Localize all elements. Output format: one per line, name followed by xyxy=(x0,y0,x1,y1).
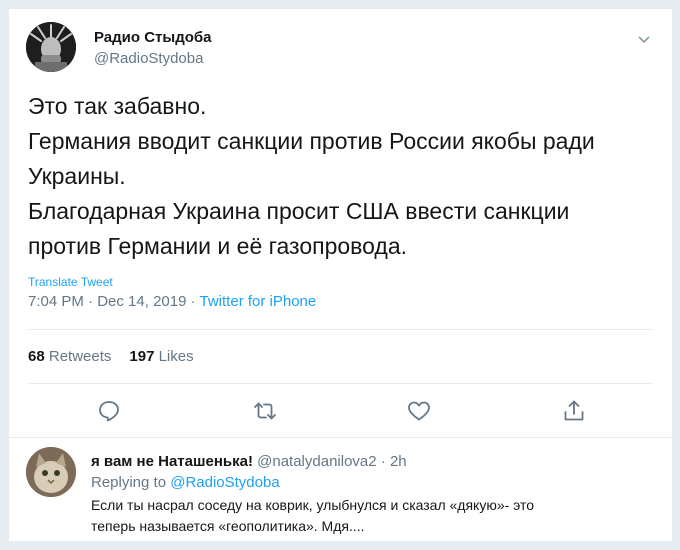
likes-stat[interactable]: 197 Likes xyxy=(129,348,193,365)
divider xyxy=(28,383,653,384)
divider xyxy=(28,329,653,330)
author-handle[interactable]: @RadioStydoba xyxy=(94,50,203,67)
retweets-count: 68 xyxy=(28,348,45,365)
reply-text: Если ты насрал соседу на коврик, улыбнул… xyxy=(91,495,651,537)
tweet-source-link[interactable]: Twitter for iPhone xyxy=(200,293,317,310)
chevron-down-icon[interactable] xyxy=(638,31,650,44)
tweet-card: Радио Стыдоба @RadioStydoba Это так заба… xyxy=(8,8,673,542)
reply-age[interactable]: 2h xyxy=(390,453,407,470)
author-name[interactable]: Радио Стыдоба xyxy=(94,29,212,46)
author-avatar[interactable] xyxy=(26,22,76,72)
tweet-time[interactable]: 7:04 PM xyxy=(28,293,84,310)
likes-label: Likes xyxy=(158,348,194,365)
meta-separator: · xyxy=(83,293,98,310)
likes-count: 197 xyxy=(129,348,155,365)
tweet-meta: 7:04 PM · Dec 14, 2019 · Twitter for iPh… xyxy=(28,293,316,310)
tweet-text-line: Благодарная Украина просит США ввести са… xyxy=(28,198,570,224)
reply-author-name[interactable]: я вам не Наташенька! xyxy=(91,453,253,470)
retweet-icon[interactable] xyxy=(252,398,278,424)
translate-tweet-link[interactable]: Translate Tweet xyxy=(28,275,113,289)
tweet-date[interactable]: Dec 14, 2019 xyxy=(97,293,186,310)
tweet-text: Это так забавно. Германия вводит санкции… xyxy=(28,89,668,264)
tweet-text-line: Это так забавно. xyxy=(28,93,207,119)
tweet-stats: 68 Retweets 197 Likes xyxy=(28,348,194,365)
reply-avatar[interactable] xyxy=(26,447,76,497)
retweets-label: Retweets xyxy=(48,348,112,365)
replying-prefix: Replying to xyxy=(91,474,167,491)
replying-to: Replying to @RadioStydoba xyxy=(91,474,280,491)
reply-author-handle[interactable]: @natalydanilova2 xyxy=(257,453,376,470)
retweets-stat[interactable]: 68 Retweets xyxy=(28,348,111,365)
reply-separator: · xyxy=(376,453,390,470)
tweet-text-line: Украины. xyxy=(28,163,126,189)
reply-text-line: Если ты насрал соседу на коврик, улыбнул… xyxy=(91,497,535,513)
divider xyxy=(9,437,672,438)
like-icon[interactable] xyxy=(406,398,432,424)
tweet-text-line: против Германии и её газопровода. xyxy=(28,233,408,259)
tweet-text-line: Германия вводит санкции против России як… xyxy=(28,128,595,154)
meta-separator: · xyxy=(186,293,200,310)
reply-header: я вам не Наташенька! @natalydanilova2 · … xyxy=(91,453,407,470)
reply-text-line: теперь называется «геополитика». Мдя.... xyxy=(91,518,365,534)
replying-to-handle[interactable]: @RadioStydoba xyxy=(170,474,279,491)
reply-icon[interactable] xyxy=(96,398,122,424)
share-icon[interactable] xyxy=(561,398,587,424)
